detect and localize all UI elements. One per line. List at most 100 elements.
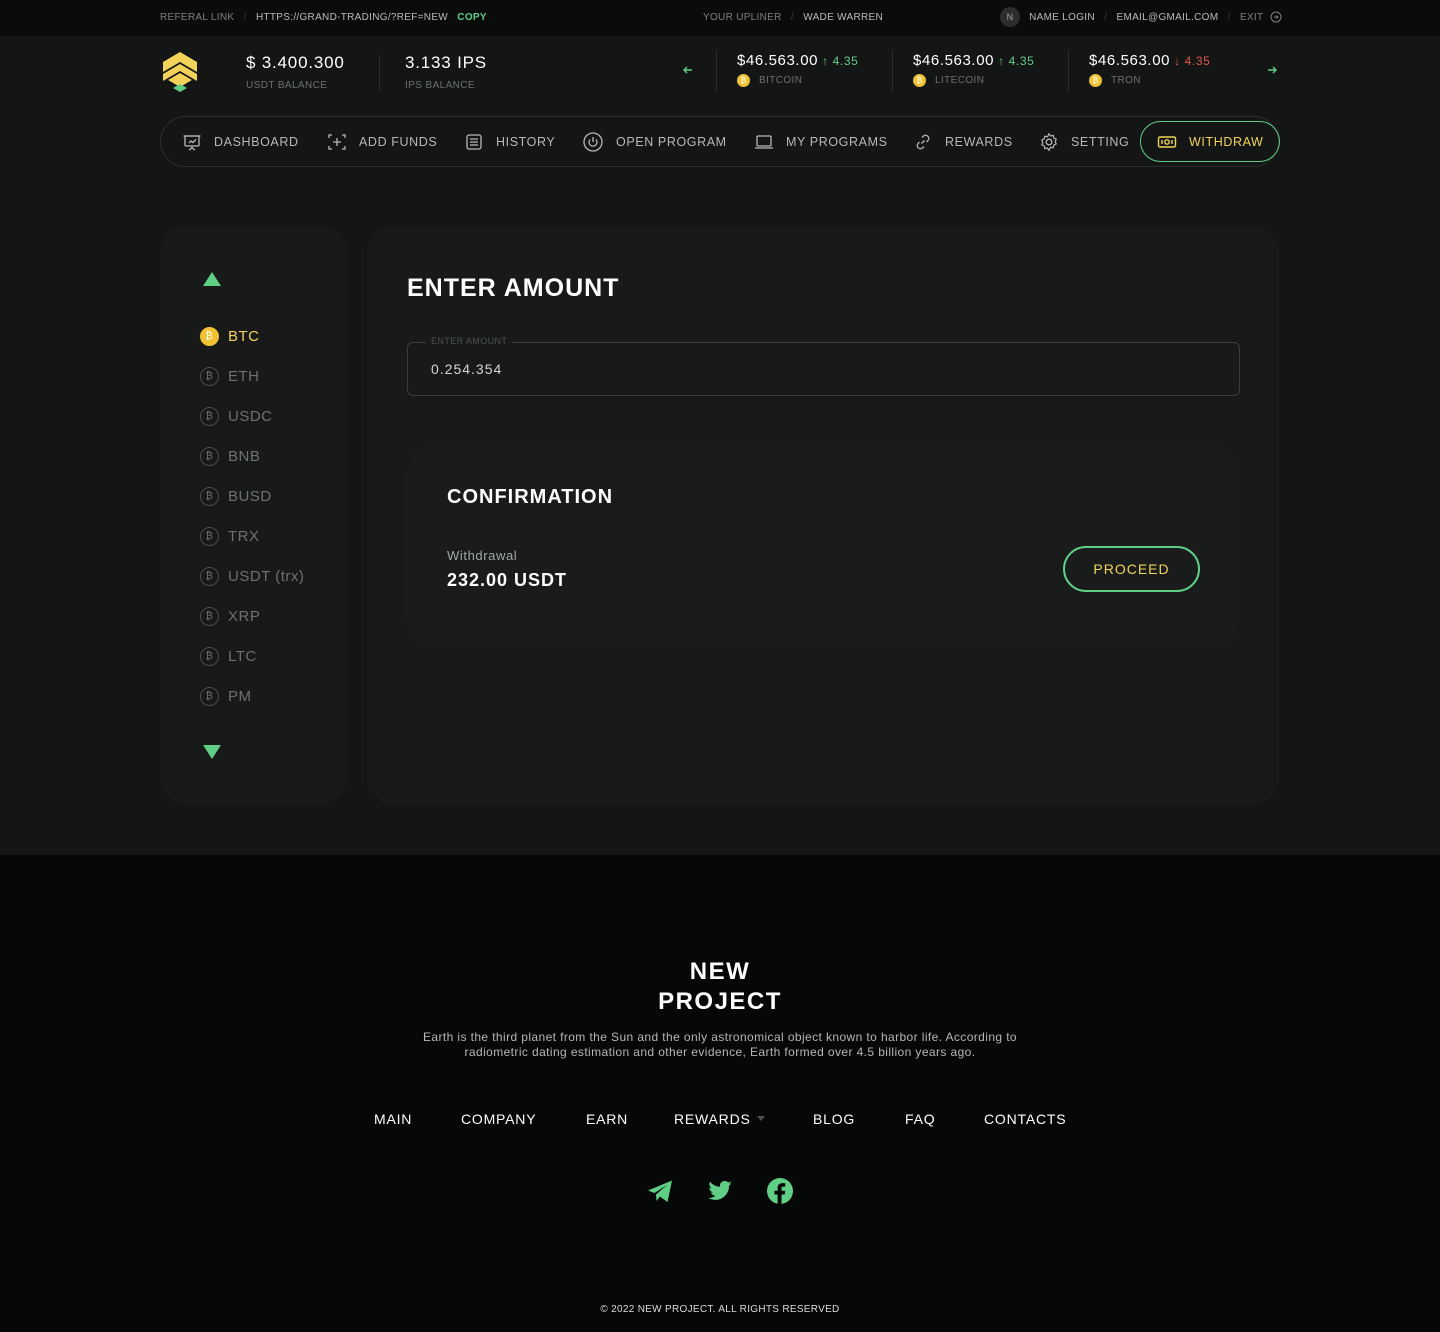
usdt-balance-value: $ 3.400.300	[246, 53, 345, 72]
coin-icon	[200, 486, 219, 506]
telegram-icon[interactable]	[646, 1177, 674, 1205]
scroll-down-arrow-icon[interactable]	[203, 745, 221, 759]
referral-label: REFERAL LINK	[160, 12, 235, 23]
coin-item-ltc[interactable]: LTC	[200, 646, 257, 666]
nav-open-program[interactable]: OPEN PROGRAM	[582, 117, 727, 166]
footer-link-company[interactable]: COMPANY	[461, 1111, 536, 1127]
upliner-name: WADE WARREN	[803, 12, 883, 23]
footer-link-earn[interactable]: EARN	[586, 1111, 628, 1127]
ticker-change: ↓ 4.35	[1174, 54, 1211, 68]
proceed-button[interactable]: PROCEED	[1063, 546, 1200, 592]
coin-label: XRP	[228, 607, 261, 625]
separator: /	[1221, 12, 1237, 23]
amount-input[interactable]	[431, 361, 1211, 377]
ticker-name: TRON	[1111, 75, 1141, 87]
withdrawal-label: Withdrawal	[447, 548, 518, 563]
logo-icon[interactable]	[160, 50, 200, 94]
confirmation-card: CONFIRMATION Withdrawal 232.00 USDT PROC…	[407, 446, 1240, 646]
footer-link-rewards[interactable]: REWARDS	[674, 1111, 765, 1127]
withdrawal-amount: 232.00 USDT	[447, 570, 568, 590]
coin-item-pm[interactable]: PM	[200, 686, 252, 706]
footer-link-contacts[interactable]: CONTACTS	[984, 1111, 1066, 1127]
ticker-price: $46.563.00	[737, 52, 819, 69]
ticker-change: ↑ 4.35	[822, 54, 859, 68]
footer-link-main[interactable]: MAIN	[374, 1111, 412, 1127]
ips-balance: 3.133 IPS IPS BALANCE	[405, 53, 487, 91]
ticker-change: ↑ 4.35	[998, 54, 1035, 68]
coin-item-usdc[interactable]: USDC	[200, 406, 273, 426]
ticker-name: BITCOIN	[759, 75, 803, 87]
power-icon	[583, 131, 603, 152]
link-icon	[916, 134, 930, 149]
footer-link-faq[interactable]: FAQ	[905, 1111, 935, 1127]
coin-item-trx[interactable]: TRX	[200, 526, 260, 546]
divider	[1068, 50, 1069, 92]
referral-url: HTTPS://GRAND-TRADING/?REF=NEW	[255, 12, 449, 23]
coin-item-bnb[interactable]: BNB	[200, 446, 260, 466]
ticker-next-arrow-icon[interactable]	[1265, 63, 1279, 77]
amount-field: ENTER AMOUNT	[407, 336, 1240, 396]
scroll-up-arrow-icon[interactable]	[203, 272, 221, 286]
exit-button[interactable]: EXIT	[1240, 11, 1282, 23]
nav-label: MY PROGRAMS	[786, 134, 888, 149]
coin-item-eth[interactable]: ETH	[200, 366, 260, 386]
coin-item-btc[interactable]: BTC	[200, 326, 260, 346]
footer-link-blog[interactable]: BLOG	[813, 1111, 855, 1127]
ticker-litecoin: $46.563.00↑ 4.35 LITECOIN	[913, 52, 1034, 87]
coin-icon	[200, 526, 219, 546]
nav-label: DASHBOARD	[214, 134, 299, 149]
nav-label: OPEN PROGRAM	[616, 134, 727, 149]
avatar[interactable]: N	[1000, 7, 1020, 28]
upliner-label: YOUR UPLINER	[703, 12, 782, 23]
nav-label: HISTORY	[496, 134, 556, 149]
amount-field-label: ENTER AMOUNT	[426, 336, 513, 346]
tron-icon	[1089, 74, 1102, 87]
coin-icon	[200, 366, 219, 386]
twitter-icon[interactable]	[706, 1177, 734, 1205]
coin-label: BTC	[228, 327, 260, 345]
divider	[892, 50, 893, 92]
coin-selector-panel: BTC ETH USDC BNB BUSD TRX USDT (trx) XRP…	[160, 226, 347, 804]
coin-label: ETH	[228, 367, 260, 385]
coin-icon	[200, 406, 219, 426]
page-title: ENTER AMOUNT	[407, 274, 620, 302]
nav-label: REWARDS	[945, 134, 1013, 149]
nav-add-funds[interactable]: ADD FUNDS	[327, 117, 437, 166]
nav-history[interactable]: HISTORY	[464, 117, 555, 166]
coin-icon	[200, 566, 219, 586]
copy-button[interactable]: COPY	[457, 12, 487, 23]
coin-item-xrp[interactable]: XRP	[200, 606, 260, 626]
coin-icon	[200, 606, 219, 626]
separator: /	[784, 12, 801, 23]
coin-icon	[200, 646, 219, 666]
coin-item-busd[interactable]: BUSD	[200, 486, 272, 506]
ticker-price: $46.563.00	[913, 52, 995, 69]
nav-rewards[interactable]: REWARDS	[913, 117, 1013, 166]
footer-link-label: REWARDS	[674, 1111, 751, 1127]
name-login[interactable]: NAME LOGIN	[1029, 12, 1095, 23]
ticker-prev-arrow-icon[interactable]	[681, 63, 695, 77]
referral-link-group: REFERAL LINK / HTTPS://GRAND-TRADING/?RE…	[160, 0, 487, 36]
main-nav: DASHBOARD ADD FUNDS HISTORY OPEN PROGRAM…	[160, 116, 1281, 167]
ticker-bitcoin: $46.563.00↑ 4.35 BITCOIN	[737, 52, 858, 87]
coin-icon	[200, 446, 219, 466]
nav-label: WITHDRAW	[1189, 134, 1264, 149]
separator: /	[1097, 12, 1114, 23]
divider	[716, 50, 717, 92]
coin-label: USDC	[228, 407, 273, 425]
divider	[379, 55, 380, 91]
nav-my-programs[interactable]: MY PROGRAMS	[754, 117, 888, 166]
confirmation-title: CONFIRMATION	[447, 486, 614, 508]
nav-dashboard[interactable]: DASHBOARD	[182, 117, 299, 166]
litecoin-icon	[913, 74, 926, 87]
nav-withdraw[interactable]: WITHDRAW	[1140, 121, 1281, 162]
coin-label: BUSD	[228, 487, 272, 505]
ips-balance-label: IPS BALANCE	[405, 80, 475, 91]
nav-setting[interactable]: SETTING	[1039, 117, 1129, 166]
ips-balance-value: 3.133 IPS	[405, 53, 487, 72]
top-bar: REFERAL LINK / HTTPS://GRAND-TRADING/?RE…	[0, 0, 1440, 36]
facebook-icon[interactable]	[766, 1177, 794, 1205]
copyright-text: © 2022 NEW PROJECT. ALL RIGHTS RESERVED	[600, 1304, 840, 1315]
footer: NEW PROJECT Earth is the third planet fr…	[0, 855, 1440, 1332]
coin-item-usdt-trx[interactable]: USDT (trx)	[200, 566, 304, 586]
